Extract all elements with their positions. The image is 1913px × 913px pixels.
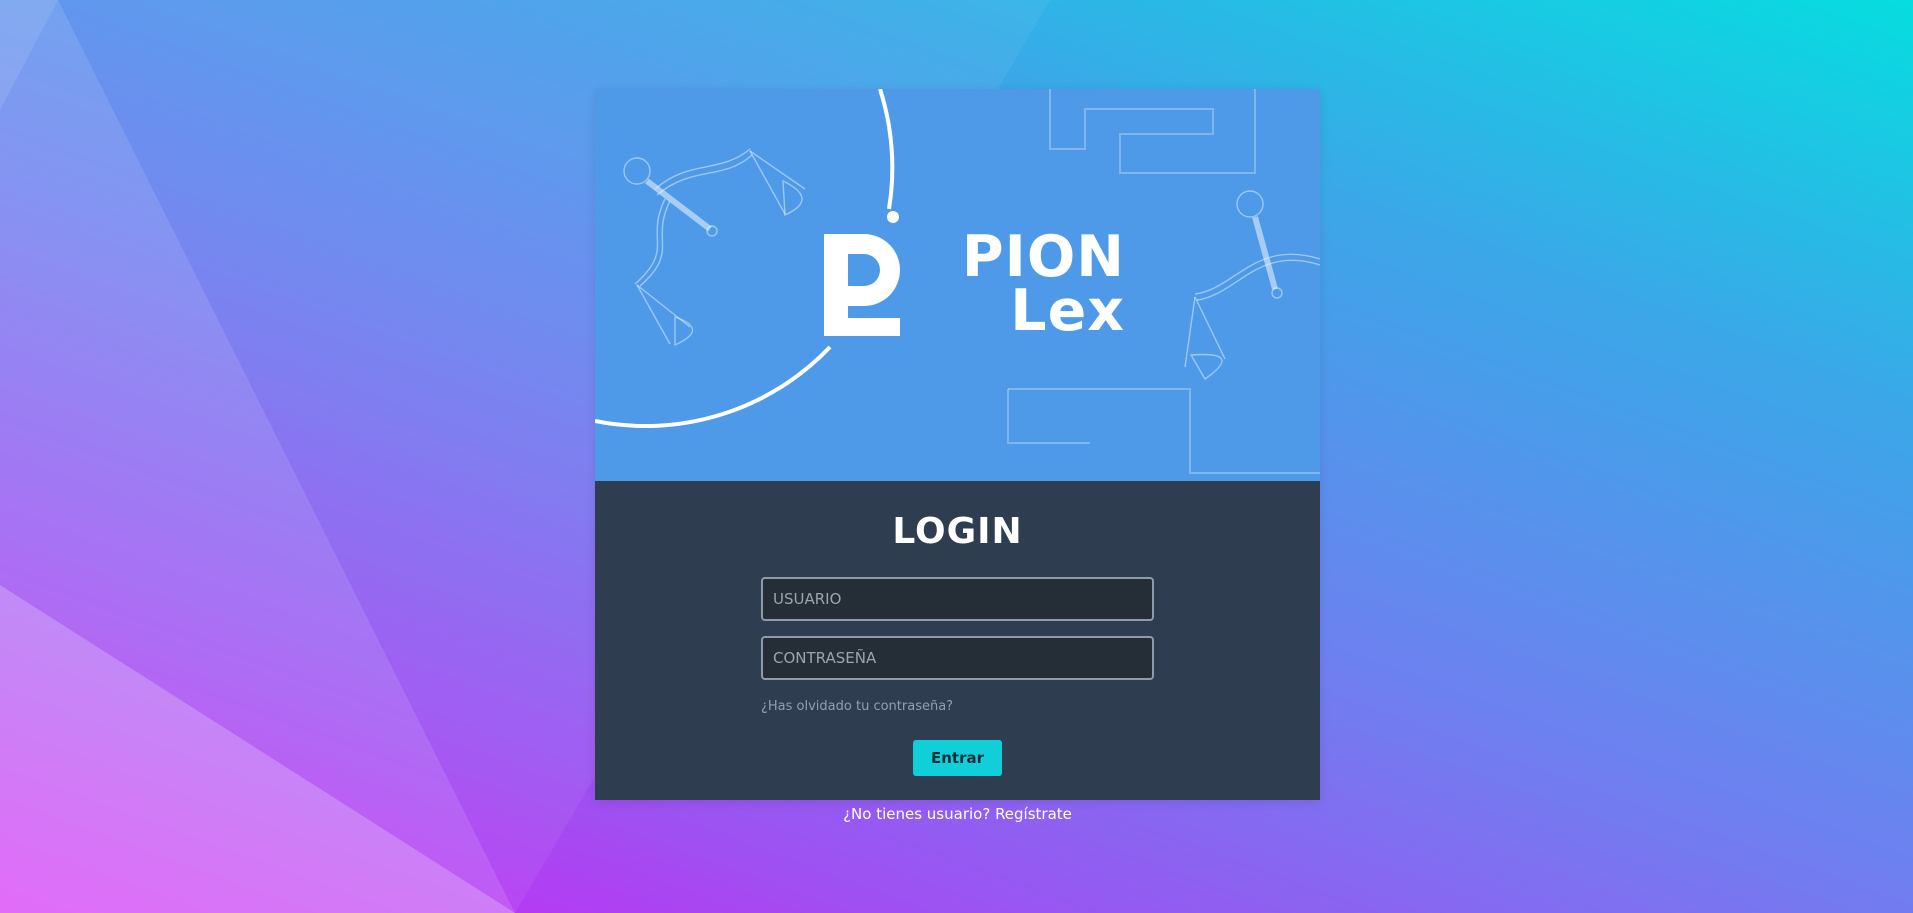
login-title: LOGIN — [892, 511, 1023, 552]
scales-of-justice-icon — [623, 148, 806, 347]
password-input[interactable] — [761, 636, 1154, 680]
brand-name-line2: Lex — [1010, 278, 1125, 344]
pionlex-logo-icon — [824, 234, 900, 336]
username-input[interactable] — [761, 577, 1154, 621]
brand-wordmark: PION Lex — [925, 229, 1125, 340]
brand-header: PION Lex — [595, 89, 1320, 481]
login-form: LOGIN ¿Has olvidado tu contraseña? Entra… — [595, 481, 1320, 800]
login-submit-button[interactable]: Entrar — [913, 740, 1002, 776]
scales-of-justice-icon — [1184, 190, 1320, 381]
register-link[interactable]: ¿No tienes usuario? Regístrate — [595, 805, 1320, 823]
login-card: PION Lex LOGIN ¿Has olvidado tu contrase… — [595, 89, 1320, 823]
forgot-password-link[interactable]: ¿Has olvidado tu contraseña? — [761, 699, 953, 714]
